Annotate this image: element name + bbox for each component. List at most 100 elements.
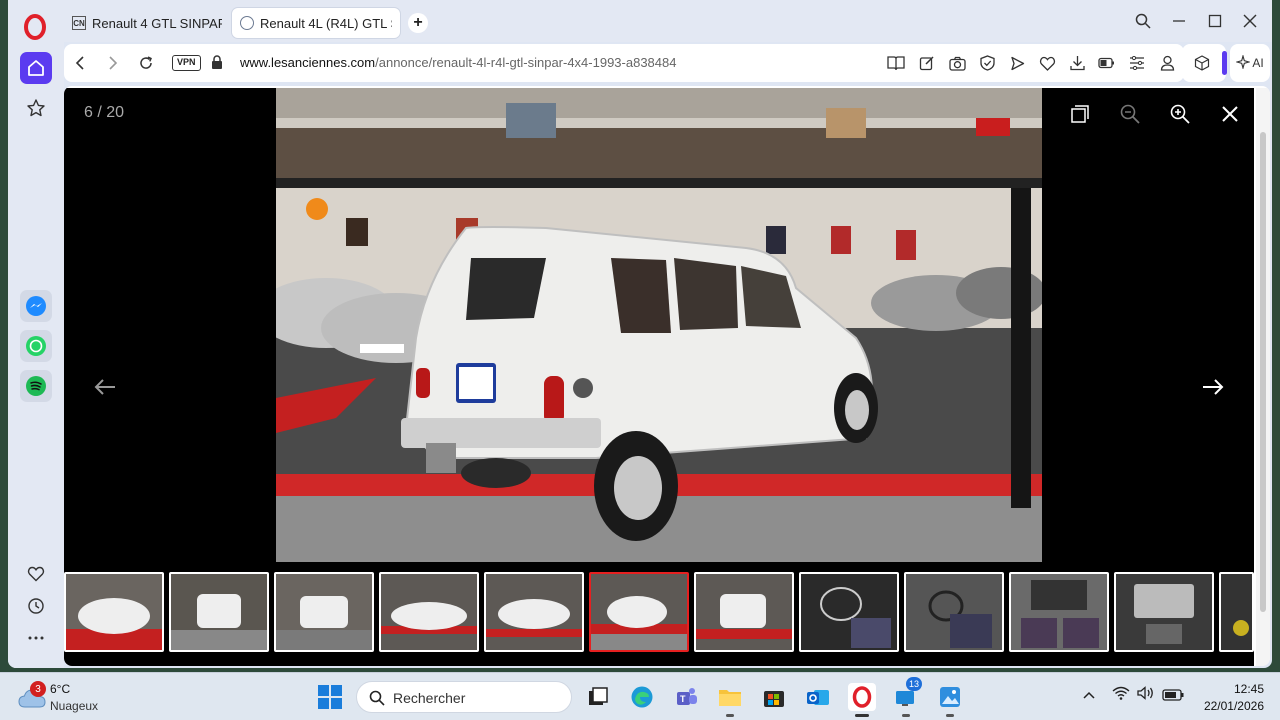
heart-icon[interactable]	[1037, 53, 1057, 73]
temperature: 6°C	[50, 682, 71, 696]
photos-icon[interactable]	[936, 683, 964, 717]
back-button[interactable]	[70, 53, 90, 73]
opera-sidebar	[8, 42, 64, 668]
reload-button[interactable]	[136, 53, 156, 73]
tab-renault-4l-active[interactable]: Renault 4L (R4L) GTL SINPAR	[232, 8, 400, 38]
thumbnail[interactable]	[1009, 572, 1109, 652]
zoom-in-icon[interactable]	[1166, 100, 1194, 128]
forward-button[interactable]	[103, 53, 123, 73]
edit-page-icon[interactable]	[917, 53, 937, 73]
battery-saver-icon[interactable]	[1096, 53, 1116, 73]
aria-ai-button[interactable]: AI	[1230, 44, 1270, 82]
close-window-button[interactable]	[1239, 10, 1261, 32]
thumbnail[interactable]	[904, 572, 1004, 652]
taskbar-search[interactable]: Rechercher	[356, 681, 572, 713]
tab-title: Renault 4L (R4L) GTL SINPAR	[260, 15, 392, 31]
url-path: /annonce/renault-4l-r4l-gtl-sinpar-4x4-1…	[375, 55, 677, 70]
main-car-photo[interactable]	[276, 88, 1042, 562]
shield-icon[interactable]	[977, 53, 997, 73]
bookmarks-star-icon[interactable]	[20, 92, 52, 124]
url-field[interactable]: www.lesanciennes.com/annonce/renault-4l-…	[240, 55, 676, 70]
send-icon[interactable]	[1007, 53, 1027, 73]
ai-label: AI	[1252, 56, 1264, 70]
zoom-out-icon[interactable]	[1116, 100, 1144, 128]
weather-badge: 3	[30, 681, 46, 697]
battery-icon[interactable]	[1162, 688, 1184, 706]
remote-desktop-icon[interactable]: 13	[892, 677, 923, 717]
thumbnail[interactable]	[799, 572, 899, 652]
weather-widget[interactable]: 3 6°C Nuageux	[16, 679, 116, 715]
cube-icon	[1194, 55, 1210, 76]
thumbnail[interactable]	[379, 572, 479, 652]
windows-start-icon[interactable]	[318, 685, 342, 709]
volume-icon[interactable]	[1137, 686, 1155, 705]
address-bar: VPN www.lesanciennes.com/annonce/renault…	[64, 44, 1184, 82]
camera-snapshot-icon[interactable]	[947, 53, 967, 73]
new-tab-button[interactable]: +	[408, 13, 428, 33]
opera-logo-icon[interactable]	[24, 14, 46, 40]
svg-text:T: T	[680, 694, 686, 704]
page-scrollbar[interactable]	[1256, 88, 1270, 666]
search-tabs-icon[interactable]	[1132, 10, 1154, 32]
clock-time: 12:45	[1233, 682, 1264, 696]
lock-icon[interactable]	[211, 55, 223, 75]
search-icon	[369, 690, 385, 706]
site-favicon-icon	[240, 16, 254, 30]
clock-date: 22/01/2026	[1203, 699, 1264, 713]
thumbnail[interactable]	[694, 572, 794, 652]
outlook-icon[interactable]	[804, 683, 832, 711]
browser-window: CN Renault 4 GTL SINPAR 4X4 Renault 4L (…	[8, 0, 1272, 668]
file-explorer-icon[interactable]	[716, 683, 744, 717]
fullscreen-icon[interactable]	[1066, 100, 1094, 128]
page-content: 6 / 20	[64, 86, 1270, 666]
running-indicator	[726, 714, 734, 717]
thumbnail[interactable]	[1114, 572, 1214, 652]
chevron-up-icon[interactable]	[1082, 687, 1096, 705]
running-indicator	[855, 714, 869, 717]
thumbnail[interactable]	[64, 572, 164, 652]
history-icon[interactable]	[20, 590, 52, 622]
url-domain: www.lesanciennes.com	[240, 55, 376, 70]
thumbnail[interactable]	[1219, 572, 1254, 652]
teams-icon[interactable]: T	[672, 683, 700, 711]
previous-photo-arrow-icon[interactable]	[90, 372, 120, 402]
minimize-button[interactable]	[1168, 10, 1190, 32]
extension-indicator	[1222, 51, 1227, 75]
vpn-badge[interactable]: VPN	[172, 55, 201, 71]
whatsapp-icon[interactable]	[20, 330, 52, 362]
edge-icon[interactable]	[628, 683, 656, 711]
photo-lightbox: 6 / 20	[64, 88, 1254, 666]
spotify-icon[interactable]	[20, 370, 52, 402]
easy-setup-icon[interactable]	[1127, 53, 1147, 73]
scrollbar-thumb[interactable]	[1260, 132, 1266, 612]
thumbnail[interactable]	[484, 572, 584, 652]
wifi-icon[interactable]	[1112, 686, 1130, 705]
reader-mode-icon[interactable]	[886, 53, 906, 73]
microsoft-store-icon[interactable]	[760, 683, 788, 711]
tab-title: Renault 4 GTL SINPAR 4X4	[92, 15, 222, 31]
task-view-icon[interactable]	[584, 683, 612, 711]
running-indicator	[902, 714, 910, 717]
messenger-icon[interactable]	[20, 290, 52, 322]
maximize-button[interactable]	[1204, 10, 1226, 32]
opera-taskbar-icon[interactable]	[848, 683, 876, 717]
extensions-button[interactable]	[1182, 44, 1227, 82]
sparkle-icon	[1235, 53, 1252, 72]
site-favicon-icon: CN	[72, 16, 86, 30]
tab-renault-4-gtl[interactable]: CN Renault 4 GTL SINPAR 4X4	[64, 8, 230, 38]
more-icon[interactable]	[20, 622, 52, 654]
notification-badge: 13	[906, 677, 923, 691]
thumbnail[interactable]	[274, 572, 374, 652]
profile-icon[interactable]	[1157, 53, 1177, 73]
thumbnail-selected[interactable]	[589, 572, 689, 652]
weather-condition: Nuageux	[50, 699, 99, 713]
home-button[interactable]	[20, 52, 52, 84]
thumbnail-strip	[64, 572, 1254, 654]
thumbnail[interactable]	[169, 572, 269, 652]
photo-counter: 6 / 20	[84, 104, 125, 121]
close-lightbox-icon[interactable]	[1216, 100, 1244, 128]
download-icon[interactable]	[1067, 53, 1087, 73]
heart-icon[interactable]	[20, 558, 52, 590]
next-photo-arrow-icon[interactable]	[1198, 372, 1228, 402]
system-clock[interactable]: 12:45 22/01/2026	[1196, 681, 1264, 715]
